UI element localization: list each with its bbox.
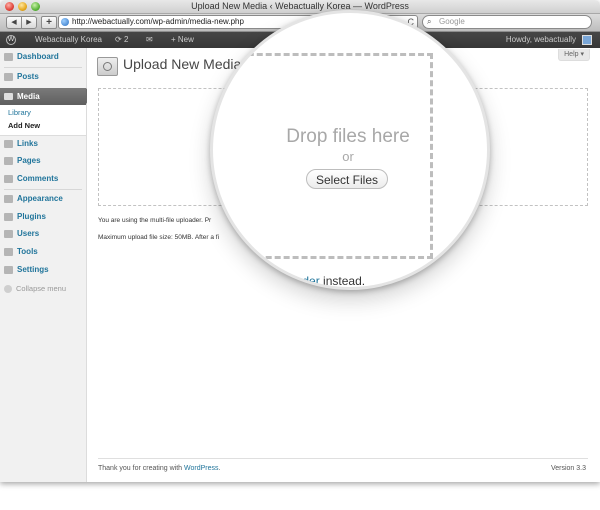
uploader-info-text: You are using the multi-file uploader. P… [98,217,212,224]
browser-uploader-text: uploader instead. [273,274,366,288]
sidebar-item-dashboard[interactable]: Dashboard [0,49,86,65]
sidebar-item-label: Posts [17,72,39,81]
search-icon: ⌕ [427,17,432,26]
admin-bar-howdy[interactable]: Howdy, webactually [506,32,576,48]
media-icon [4,93,13,100]
browser-window: Upload New Media ‹ Webactually Korea — W… [0,0,600,482]
back-button[interactable]: ◀ [6,16,22,29]
search-input[interactable]: ⌕ Google [422,15,592,29]
sidebar-item-users[interactable]: Users [0,226,86,242]
refresh-icon: ⟳ [115,35,124,44]
sidebar-item-appearance[interactable]: Appearance [0,191,86,207]
max-upload-size-text: Maximum upload file size: 50MB. After a … [98,234,220,241]
sidebar-item-label: Links [17,139,38,148]
instead-text: instead. [319,274,366,288]
avatar[interactable] [582,35,592,45]
sidebar-item-comments[interactable]: Comments [0,171,86,187]
sidebar-item-label: Appearance [17,194,63,203]
sidebar-item-label: Settings [17,265,49,274]
sidebar-item-media[interactable]: Media [0,88,92,105]
admin-bar-updates[interactable]: ⟳ 2 [115,32,128,48]
forward-button[interactable]: ▶ [21,16,37,29]
footer-period: . [218,465,221,472]
links-icon [4,140,13,148]
wordpress-logo-icon[interactable]: W [6,35,16,45]
sidebar-item-tools[interactable]: Tools [0,244,86,260]
sidebar-divider [4,189,82,190]
help-label: Help [564,51,579,58]
collapse-arrow-icon [4,285,12,294]
globe-icon [61,18,69,26]
select-files-button[interactable]: Select Files [306,169,388,189]
address-text: http://webactually.com/wp-admin/media-ne… [72,17,244,26]
comments-icon [4,175,13,183]
sidebar-item-links[interactable]: Links [0,136,86,152]
browser-uploader-link[interactable]: uploader [273,274,320,287]
sidebar-item-label: Plugins [17,212,46,221]
pages-icon [4,157,13,165]
footer-divider [98,458,588,459]
sidebar-divider [4,67,82,68]
new-label: New [177,35,194,44]
sidebar-item-label: Comments [17,174,59,183]
sidebar-item-label: Dashboard [17,52,59,61]
wordpress-link[interactable]: WordPress [184,465,219,472]
sidebar-item-plugins[interactable]: Plugins [0,209,86,225]
footer-thanks-text: Thank you for creating with [98,465,184,472]
admin-sidebar: Dashboard Posts Media Library Add New Li… [0,48,92,482]
updates-count: 2 [123,35,129,44]
drop-files-text: Drop files here [286,126,410,147]
posts-icon [4,73,13,81]
footer-thanks: Thank you for creating with WordPress. [98,465,220,472]
help-tab-button[interactable]: Help ▾ [558,49,590,61]
media-page-icon [97,57,118,76]
sidebar-item-label: Tools [17,247,38,256]
sidebar-item-settings[interactable]: Settings [0,262,86,278]
users-icon [4,230,13,238]
admin-bar-site-name[interactable]: Webactually Korea [35,32,102,48]
add-bookmark-button[interactable]: + [41,16,57,29]
dashboard-icon [4,53,13,61]
media-submenu: Library Add New [0,105,86,136]
submenu-item-library[interactable]: Library [8,108,31,117]
sidebar-item-posts[interactable]: Posts [0,69,86,85]
sidebar-item-label: Pages [17,156,41,165]
submenu-item-add-new[interactable]: Add New [8,121,40,130]
window-title: Upload New Media ‹ Webactually Korea — W… [191,1,409,11]
appearance-icon [4,195,13,203]
settings-icon [4,266,13,274]
admin-bar-new[interactable]: + New [171,32,194,48]
sidebar-item-label: Media [17,92,40,101]
comments-bubble-icon[interactable]: ✉ [146,32,153,48]
sidebar-item-pages[interactable]: Pages [0,153,86,169]
tools-icon [4,248,13,256]
plugins-icon [4,213,13,221]
collapse-menu-label: Collapse menu [16,284,67,293]
window-title-bar: Upload New Media ‹ Webactually Korea — W… [0,0,600,14]
collapse-menu-button[interactable]: Collapse menu [4,284,67,294]
sidebar-item-label: Users [17,229,40,238]
version-text: Version 3.3 [550,465,586,472]
magnifier-lens: Drop files here or Select Files uploader… [210,10,490,290]
or-text: or [342,149,354,164]
search-placeholder: Google [439,17,465,26]
plus-icon: + [171,35,178,44]
